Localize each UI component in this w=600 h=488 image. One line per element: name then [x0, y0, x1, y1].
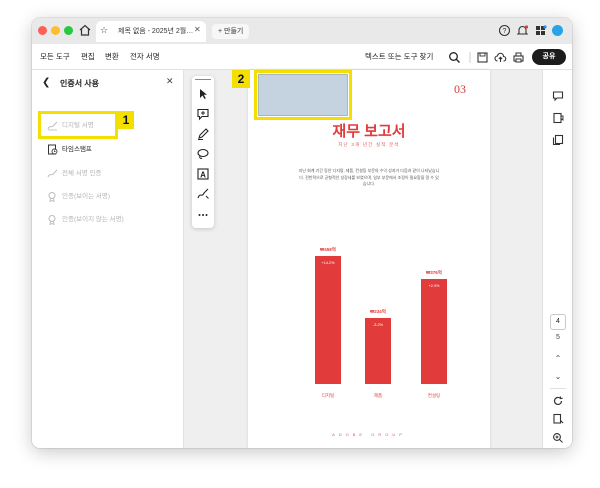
bar-category-label: 제품	[373, 393, 383, 398]
panel-item-timestamp[interactable]: 타임스탬프	[47, 143, 177, 157]
minimize-window-button[interactable]	[51, 26, 60, 35]
zoom-in-icon[interactable]	[552, 432, 564, 444]
highlight-box-1	[38, 111, 118, 139]
document-title: 재무 보고서	[332, 123, 406, 140]
menu-convert[interactable]: 변환	[105, 44, 119, 70]
bar-value-label: ₩376억	[426, 270, 442, 275]
new-tab-button[interactable]: + 만들기	[212, 24, 250, 39]
tab-close-icon[interactable]: ✕	[194, 25, 201, 34]
select-cursor-icon[interactable]	[196, 87, 210, 101]
document-canvas: 2 03 재무 보고서 지난 3개 년간 실적 분석 지난 회계 기간 동안 디…	[184, 70, 542, 448]
app-window: 제목 없음 - 2025년 2월… ☆ ✕ + 만들기 ? 모든 도구 편집 변…	[32, 18, 572, 448]
home-icon[interactable]	[78, 23, 92, 37]
bar-value-label: ₩458억	[320, 247, 336, 252]
page-number: 03	[454, 82, 466, 96]
bar	[315, 256, 341, 384]
bar-change-label: -3.2%	[373, 323, 383, 327]
bar-category-label: 디지털	[321, 393, 335, 398]
panel-item-label: 전체 서명 인증	[62, 170, 102, 177]
panel-title: 인증서 사용	[60, 79, 100, 88]
bar-change-label: +14.2%	[321, 261, 335, 265]
total-pages: 5	[556, 334, 560, 341]
document-settings-icon[interactable]	[552, 413, 564, 425]
menu-e-sign[interactable]: 전자 서명	[130, 44, 160, 70]
save-icon[interactable]	[476, 51, 489, 64]
help-icon[interactable]: ?	[498, 24, 511, 37]
sign-icon[interactable]	[196, 187, 210, 201]
certify-visible-icon	[48, 192, 56, 202]
panel-item-certify-invisible[interactable]: 인증(보이지 않는 서명)	[47, 213, 177, 227]
bar-value-label: ₩234억	[370, 309, 386, 314]
title-bar: 제목 없음 - 2025년 2월… ☆ ✕ + 만들기 ?	[32, 18, 572, 44]
bar-category-label: 컨설팅	[427, 393, 441, 398]
document-subtitle: 지난 3개 년간 실적 분석	[338, 142, 400, 147]
panel-close-icon[interactable]: ✕	[166, 76, 174, 87]
document-footer: ADOBE GROUP	[332, 432, 406, 437]
certificate-panel: ❮ 인증서 사용 ✕ 디지털 서명 타임스탬프 전체 서명 인증 인증(보이는 …	[32, 70, 184, 448]
bar-change-label: +2.9%	[428, 284, 440, 288]
annotation-toolbar: A	[192, 76, 214, 228]
close-window-button[interactable]	[38, 26, 47, 35]
timestamp-icon	[48, 144, 58, 155]
menu-edit[interactable]: 편집	[81, 44, 95, 70]
panel-item-certify-visible[interactable]: 인증(보이는 서명)	[47, 190, 177, 204]
search-icon[interactable]	[448, 51, 461, 64]
menu-bar: 모든 도구 편집 변환 전자 서명 텍스트 또는 도구 찾기 공유	[32, 44, 572, 70]
svg-text:?: ?	[503, 28, 507, 35]
rail-divider	[550, 388, 566, 389]
toolbar-grip	[195, 79, 211, 80]
maximize-window-button[interactable]	[64, 26, 73, 35]
panel-item-label: 인증(보이지 않는 서명)	[62, 216, 124, 223]
rotate-icon[interactable]	[552, 395, 564, 407]
page-down-chevron-icon[interactable]: ⌄	[552, 372, 564, 381]
print-icon[interactable]	[512, 51, 525, 64]
document-body: 지난 회계 기간 동안 디지털, 제품, 컨설팅 부문의 수익 성과가 다음과 …	[298, 168, 440, 186]
bookmark-icon[interactable]	[552, 112, 564, 124]
current-page-input[interactable]: 4	[550, 314, 566, 330]
document-page: 2 03 재무 보고서 지난 3개 년간 실적 분석 지난 회계 기간 동안 디…	[232, 70, 490, 448]
star-icon[interactable]: ☆	[100, 25, 108, 36]
callout-badge-2: 2	[232, 70, 250, 88]
avatar[interactable]	[551, 24, 564, 37]
comments-icon[interactable]	[552, 90, 564, 102]
add-comment-icon[interactable]	[196, 107, 210, 121]
bar	[421, 279, 447, 384]
document-tab[interactable]: 제목 없음 - 2025년 2월…	[96, 21, 206, 42]
right-rail: 4 5 ⌃ ⌄	[542, 70, 572, 448]
share-button[interactable]: 공유	[532, 49, 566, 65]
highlight-box-2	[254, 70, 352, 120]
panel-item-label: 타임스탬프	[62, 146, 92, 153]
text-box-icon[interactable]: A	[196, 167, 210, 181]
upload-cloud-icon[interactable]	[494, 51, 507, 64]
more-tools-icon[interactable]	[196, 208, 210, 222]
search-label[interactable]: 텍스트 또는 도구 찾기	[365, 44, 433, 70]
menu-all-tools[interactable]: 모든 도구	[40, 44, 70, 70]
bar	[365, 318, 391, 384]
panel-item-certify-all[interactable]: 전체 서명 인증	[47, 167, 177, 181]
callout-badge-1: 1	[118, 111, 134, 129]
certify-invisible-icon	[48, 215, 56, 225]
svg-text:A: A	[200, 170, 206, 179]
pages-icon[interactable]	[552, 134, 564, 146]
draw-lasso-icon[interactable]	[196, 147, 210, 161]
apps-icon[interactable]	[534, 24, 547, 37]
back-chevron-icon[interactable]: ❮	[42, 77, 50, 88]
certify-icon	[47, 169, 58, 178]
page-up-chevron-icon[interactable]: ⌃	[552, 354, 564, 363]
highlight-pen-icon[interactable]	[196, 127, 210, 141]
panel-item-label: 인증(보이는 서명)	[62, 193, 110, 200]
notification-bell-icon[interactable]	[516, 24, 529, 37]
